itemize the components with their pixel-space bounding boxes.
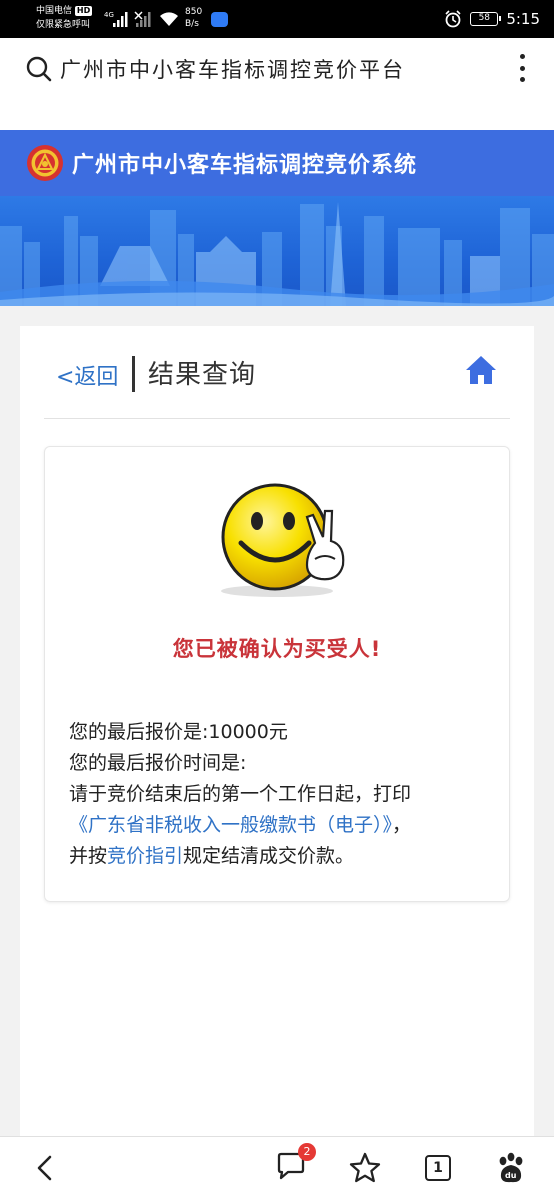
app-notification-icon [211,12,228,27]
page-title: 结果查询 [148,360,257,390]
emergency-only-text: 仅限紧急呼叫 [36,20,91,30]
home-icon[interactable] [464,354,498,386]
payment-doc-link[interactable]: 《广东省非税收入一般缴款书（电子）》 [69,814,392,836]
carrier-info: 中国电信 HD 仅限紧急呼叫 [36,4,93,32]
final-price-value: 10000元 [208,721,288,743]
more-vert-icon[interactable] [518,54,526,82]
messages-button[interactable]: 2 [276,1143,316,1185]
hd-badge: HD [74,6,93,16]
browser-bottom-nav: 2 1 du [0,1136,554,1200]
battery-icon: 58 [470,12,502,26]
emblem-logo-icon [27,145,63,181]
result-heading: 您已被确认为买受人! [172,637,382,661]
final-price-label: 您的最后报价是: [69,721,209,743]
final-price-line: 您的最后报价是:10000元 [69,717,499,748]
tabs-icon[interactable]: 1 [425,1155,459,1189]
instruction-line-2: 《广东省非税收入一般缴款书（电子）》， [69,810,499,841]
site-header: 广州市中小客车指标调控竞价系统 [0,130,554,196]
instruction-text-prefix: 并按 [69,845,108,867]
city-skyline-banner [0,196,554,306]
header-divider [44,418,510,419]
result-info: 您的最后报价是:10000元 您的最后报价时间是: 请于竞价结束后的第一个工作日… [69,717,499,872]
result-card: 您已被确认为买受人! 您的最后报价是:10000元 您的最后报价时间是: 请于竞… [44,446,510,902]
svg-text:4G: 4G [104,11,114,19]
signal-no-service-icon [134,11,151,27]
svg-text:du: du [505,1171,517,1180]
tab-count: 1 [425,1155,451,1181]
final-time-label: 您的最后报价时间是: [69,752,247,774]
instruction-line-3: 并按竞价指引规定结清成交价款。 [69,841,499,872]
comma-text: ， [392,814,412,836]
result-panel: <返回 结果查询 您已被确认为买受人! 您的最后报价是:10000元 您的最后报… [20,326,534,1146]
back-link[interactable]: <返回 [56,359,118,391]
browser-top-bar: 广州市中小客车指标调控竞价平台 [0,38,554,130]
alarm-icon [445,10,461,28]
skyline-illustration [0,202,554,306]
wifi-icon [160,12,178,26]
instruction-text-suffix: 规定结清成交价款。 [183,845,355,867]
signal-4g-icon: 4G [104,11,128,27]
instruction-line-1: 请于竞价结束后的第一个工作日起，打印 [69,783,412,805]
status-bar: 中国电信 HD 仅限紧急呼叫 4G 850 B/s 58 5:15 [0,0,554,38]
title-divider [132,356,135,392]
carrier-name: 中国电信 [36,6,73,16]
baidu-paw-icon[interactable]: du [494,1151,528,1185]
messages-badge: 2 [298,1143,316,1161]
net-speed: 850 B/s [185,7,203,29]
star-icon[interactable] [348,1151,382,1185]
address-bar-title[interactable]: 广州市中小客车指标调控竞价平台 [60,54,405,84]
status-right: 58 5:15 [444,10,540,28]
search-icon[interactable] [26,56,52,82]
bidding-guide-link[interactable]: 竞价指引 [107,845,183,867]
clock: 5:15 [506,10,540,28]
site-title: 广州市中小客车指标调控竞价系统 [72,153,418,178]
smiley-victory-icon [221,483,345,597]
back-arrow-icon[interactable] [30,1151,64,1185]
